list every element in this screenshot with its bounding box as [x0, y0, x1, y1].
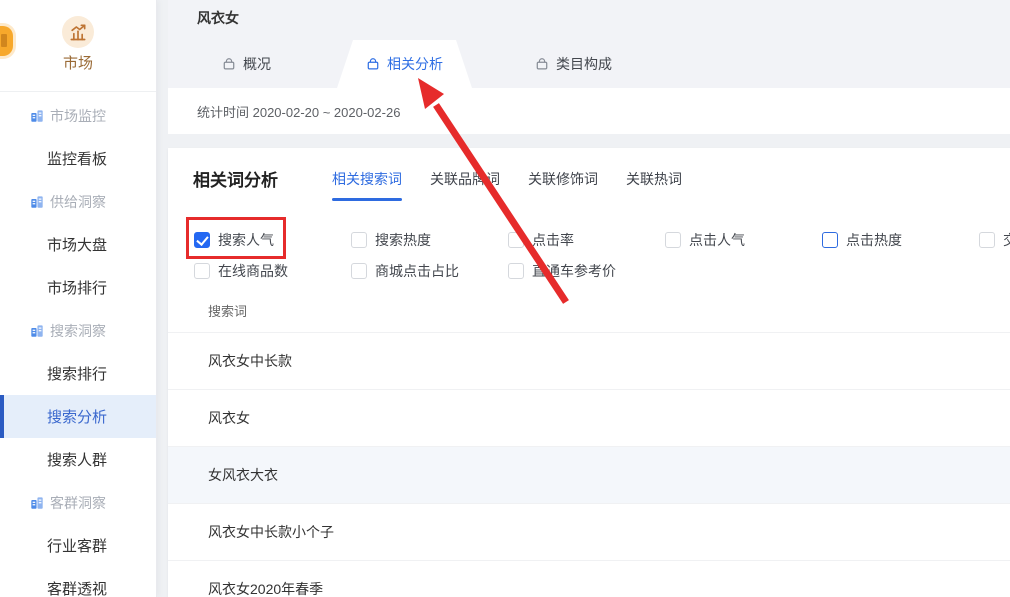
sidebar-item-label: 行业客群	[47, 535, 107, 556]
tab-label: 类目构成	[556, 54, 612, 74]
keyword-title: 风衣女	[197, 8, 239, 28]
tab-related-analysis[interactable]: 相关分析	[337, 40, 472, 88]
checkbox-unchecked[interactable]	[979, 232, 995, 248]
metric-search-heat[interactable]: 搜索热度	[351, 230, 508, 250]
checkbox-unchecked[interactable]	[194, 263, 210, 279]
metric-online-products[interactable]: 在线商品数	[194, 261, 351, 281]
sidebar-section-supply-insight: 供给洞察	[0, 180, 156, 223]
related-word-tabs: 相关搜索词 关联品牌词 关联修饰词 关联热词	[332, 169, 710, 201]
metric-click-popularity[interactable]: 点击人气	[665, 230, 822, 250]
keyword-header: 风衣女 概况 相关分析 类目构成	[168, 0, 1010, 88]
market-trend-icon	[62, 16, 94, 48]
sidebar-item-label: 市场排行	[47, 277, 107, 298]
sidebar: 市场 市场监控 监控看板 供给洞察 市场大盘 市场排行 搜索洞察 搜索排行 搜索…	[0, 0, 157, 597]
metric-transaction-clipped[interactable]: 交	[979, 230, 1010, 250]
card-head: 相关词分析 相关搜索词 关联品牌词 关联修饰词 关联热词	[193, 166, 710, 201]
search-word-cell[interactable]: 风衣女2020年春季	[208, 579, 323, 597]
subtab-related-brand-words[interactable]: 关联品牌词	[430, 169, 500, 201]
checkbox-label[interactable]: 点击热度	[846, 230, 902, 250]
building-icon	[30, 109, 44, 123]
search-word-cell[interactable]: 风衣女中长款小个子	[208, 522, 334, 542]
metric-checkbox-row-2: 在线商品数 商城点击占比 直通车参考价	[194, 261, 665, 281]
sidebar-item-search-crowd[interactable]: 搜索人群	[0, 438, 156, 481]
sidebar-item-label: 搜索人群	[47, 449, 107, 470]
table-header-search-word: 搜索词	[168, 289, 1010, 333]
checkbox-label[interactable]: 商城点击占比	[375, 261, 459, 281]
tab-category-composition[interactable]: 类目构成	[535, 54, 612, 74]
date-range-strip: 统计时间 2020-02-20 ~ 2020-02-26	[168, 88, 1010, 134]
checkbox-unchecked[interactable]	[351, 263, 367, 279]
sidebar-section-label: 市场监控	[50, 106, 106, 126]
brand-label: 市场	[0, 52, 156, 73]
table-row[interactable]: 风衣女中长款	[168, 333, 1010, 390]
bag-icon	[535, 57, 549, 71]
tab-overview[interactable]: 概况	[222, 54, 271, 74]
search-word-table: 搜索词 风衣女中长款 风衣女 女风衣大衣 风衣女中长款小个子 风衣女2020年春…	[168, 289, 1010, 597]
checkbox-focused[interactable]	[822, 232, 838, 248]
subtab-related-search-words[interactable]: 相关搜索词	[332, 169, 402, 201]
sidebar-item-industry-customers[interactable]: 行业客群	[0, 524, 156, 567]
table-row[interactable]: 风衣女	[168, 390, 1010, 447]
card-title: 相关词分析	[193, 166, 278, 191]
sidebar-item-search-ranking[interactable]: 搜索排行	[0, 352, 156, 395]
sidebar-item-customer-perspective[interactable]: 客群透视	[0, 567, 156, 597]
related-words-card: 相关词分析 相关搜索词 关联品牌词 关联修饰词 关联热词 搜索人气 搜索热度 点…	[168, 148, 1010, 597]
metric-checkbox-row-1: 搜索人气 搜索热度 点击率 点击人气 点击热度 交	[194, 230, 1010, 250]
sidebar-divider	[0, 91, 156, 92]
building-icon	[30, 195, 44, 209]
sidebar-item-label: 监控看板	[47, 148, 107, 169]
table-row-highlighted[interactable]: 女风衣大衣	[168, 447, 1010, 504]
checkbox-unchecked[interactable]	[665, 232, 681, 248]
checkbox-label[interactable]: 搜索人气	[218, 230, 274, 250]
checkbox-label[interactable]: 直通车参考价	[532, 261, 616, 281]
sidebar-item-market-overview[interactable]: 市场大盘	[0, 223, 156, 266]
checkbox-unchecked[interactable]	[351, 232, 367, 248]
subtab-related-hot-words[interactable]: 关联热词	[626, 169, 682, 201]
sidebar-section-label: 搜索洞察	[50, 321, 106, 341]
building-icon	[30, 496, 44, 510]
metric-ztc-reference-price[interactable]: 直通车参考价	[508, 261, 665, 281]
sidebar-section-label: 供给洞察	[50, 192, 106, 212]
table-row[interactable]: 风衣女2020年春季	[168, 561, 1010, 597]
checkbox-label[interactable]: 点击率	[532, 230, 574, 250]
checkbox-label[interactable]: 点击人气	[689, 230, 745, 250]
sidebar-item-search-analysis[interactable]: 搜索分析	[0, 395, 156, 438]
sidebar-item-monitor-board[interactable]: 监控看板	[0, 137, 156, 180]
subtab-related-modifier-words[interactable]: 关联修饰词	[528, 169, 598, 201]
building-icon	[30, 324, 44, 338]
checkbox-unchecked[interactable]	[508, 263, 524, 279]
sidebar-item-label: 市场大盘	[47, 234, 107, 255]
metric-click-heat[interactable]: 点击热度	[822, 230, 979, 250]
date-range-text: 统计时间 2020-02-20 ~ 2020-02-26	[197, 102, 400, 121]
sidebar-section-label: 客群洞察	[50, 493, 106, 513]
search-word-cell[interactable]: 风衣女	[208, 408, 250, 428]
sidebar-section-search-insight: 搜索洞察	[0, 309, 156, 352]
main-content: 风衣女 概况 相关分析 类目构成 统计时间 2020-02-20 ~ 2020-…	[168, 0, 1010, 597]
sidebar-section-customer-insight: 客群洞察	[0, 481, 156, 524]
search-word-cell[interactable]: 风衣女中长款	[208, 351, 292, 371]
sidebar-item-market-ranking[interactable]: 市场排行	[0, 266, 156, 309]
bag-icon	[222, 57, 236, 71]
sidebar-item-label: 客群透视	[47, 578, 107, 597]
metric-click-rate[interactable]: 点击率	[508, 230, 665, 250]
checkbox-checked[interactable]	[194, 232, 210, 248]
sidebar-item-label: 搜索排行	[47, 363, 107, 384]
sidebar-item-label: 搜索分析	[47, 406, 107, 427]
checkbox-unchecked[interactable]	[508, 232, 524, 248]
checkbox-label[interactable]: 搜索热度	[375, 230, 431, 250]
tab-label: 概况	[243, 54, 271, 74]
table-row[interactable]: 风衣女中长款小个子	[168, 504, 1010, 561]
metric-mall-click-share[interactable]: 商城点击占比	[351, 261, 508, 281]
search-word-cell[interactable]: 女风衣大衣	[208, 465, 278, 485]
bag-icon	[366, 57, 380, 71]
checkbox-label[interactable]: 在线商品数	[218, 261, 288, 281]
checkbox-label[interactable]: 交	[1003, 230, 1010, 250]
sidebar-nav: 市场监控 监控看板 供给洞察 市场大盘 市场排行 搜索洞察 搜索排行 搜索分析 …	[0, 94, 156, 597]
tab-label: 相关分析	[387, 54, 443, 74]
side-orange-tag[interactable]	[0, 26, 13, 56]
brand-block[interactable]: 市场	[0, 0, 156, 73]
metric-search-popularity[interactable]: 搜索人气	[194, 230, 351, 250]
sidebar-section-market-monitor: 市场监控	[0, 94, 156, 137]
